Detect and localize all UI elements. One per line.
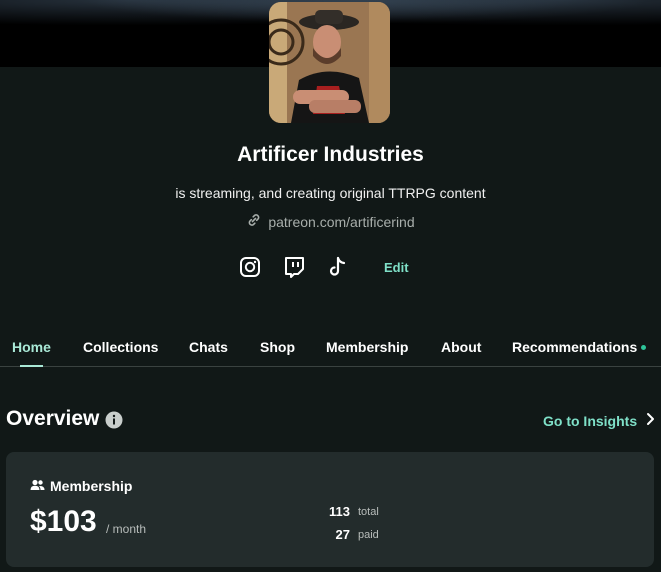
creator-page-link[interactable]: patreon.com/artificerind (0, 212, 661, 231)
tab-home[interactable]: Home (12, 339, 51, 355)
profile-tabs: Home Collections Chats Shop Membership A… (0, 330, 661, 367)
earnings-period: / month (106, 522, 147, 536)
total-members-count: 113 (329, 504, 350, 519)
membership-summary-card: Membership $103 / month 113 total 27 pai… (6, 452, 654, 567)
tab-membership[interactable]: Membership (326, 339, 408, 355)
creator-name: Artificer Industries (237, 143, 424, 166)
link-icon (246, 212, 262, 231)
instagram-icon[interactable] (238, 255, 262, 279)
membership-label-text: Membership (50, 478, 133, 494)
info-icon[interactable] (105, 411, 123, 429)
paid-members-label: paid (358, 529, 379, 541)
edit-social-links-button[interactable]: Edit (384, 260, 409, 275)
tab-shop[interactable]: Shop (260, 339, 295, 355)
total-members-label: total (358, 506, 379, 518)
monthly-earnings: $103 (30, 505, 97, 538)
paid-members-count: 27 (335, 527, 350, 542)
tab-collections[interactable]: Collections (83, 339, 158, 355)
avatar-image (269, 2, 390, 123)
tab-about[interactable]: About (441, 339, 481, 355)
link-text: patreon.com/artificerind (268, 213, 415, 230)
go-to-insights-link[interactable]: Go to Insights (543, 412, 655, 429)
twitch-icon[interactable] (282, 255, 306, 279)
membership-card-label: Membership (30, 478, 132, 494)
overview-heading: Overview (6, 407, 100, 430)
chevron-right-icon (646, 412, 655, 429)
tab-chats[interactable]: Chats (189, 339, 228, 355)
new-activity-dot (641, 345, 646, 350)
active-tab-indicator (20, 365, 43, 367)
creator-avatar[interactable] (269, 2, 390, 123)
tiktok-icon[interactable] (326, 255, 350, 279)
creator-tagline: is streaming, and creating original TTRP… (175, 185, 486, 201)
tab-recommendations[interactable]: Recommendations (512, 339, 637, 355)
social-links: Edit (238, 254, 409, 280)
members-icon (30, 478, 45, 494)
insights-label: Go to Insights (543, 412, 638, 429)
